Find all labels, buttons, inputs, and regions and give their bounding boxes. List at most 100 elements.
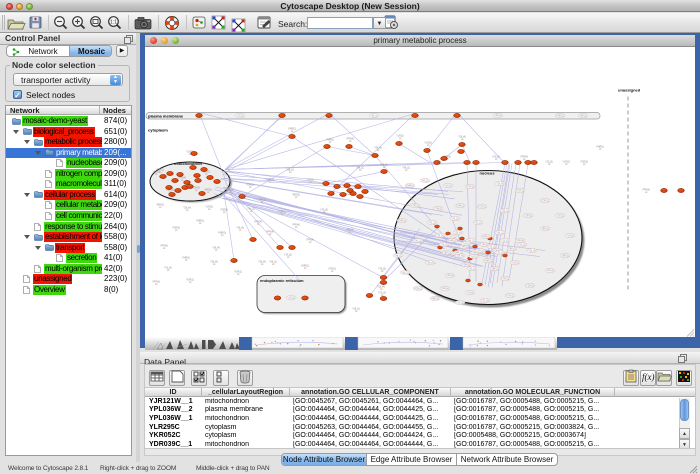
svg-text:YPR(4): YPR(4) (306, 238, 314, 241)
svg-text:nucleus: nucleus (479, 170, 495, 175)
svg-text:YKL(2): YKL(2) (428, 222, 435, 224)
svg-text:YNL(1): YNL(1) (394, 255, 402, 257)
svg-text:YDL(4): YDL(4) (454, 232, 462, 234)
svg-text:YLR(2): YLR(2) (236, 115, 244, 117)
svg-text:YGR(1): YGR(1) (478, 206, 486, 208)
svg-text:YMR(1): YMR(1) (266, 178, 274, 181)
svg-text:YBR(2): YBR(2) (443, 252, 451, 254)
svg-text:YDR(3): YDR(3) (526, 285, 534, 287)
svg-text:YBR(2): YBR(2) (579, 115, 587, 117)
svg-text:YPR(4): YPR(4) (266, 230, 274, 233)
svg-text:YGR(1): YGR(1) (466, 186, 474, 188)
svg-text:YGR(1): YGR(1) (186, 278, 194, 281)
svg-text:YKL(2): YKL(2) (451, 218, 458, 220)
svg-text:YKL(2): YKL(2) (401, 272, 408, 274)
svg-text:YPR(4): YPR(4) (546, 270, 554, 272)
svg-text:YDL(4): YDL(4) (458, 135, 466, 138)
svg-text:YNL(1): YNL(1) (356, 166, 364, 169)
svg-text:YDL(4): YDL(4) (183, 206, 191, 209)
svg-text:YBR(2): YBR(2) (491, 268, 499, 270)
svg-text:YBR(2): YBR(2) (472, 252, 480, 254)
svg-text:YMR(1): YMR(1) (556, 115, 564, 117)
svg-text:YMR(1): YMR(1) (454, 252, 462, 254)
svg-text:YOL(3): YOL(3) (378, 267, 386, 270)
svg-text:YLR(2): YLR(2) (566, 235, 574, 237)
svg-text:YOL(3): YOL(3) (320, 208, 328, 211)
svg-text:YDL(4): YDL(4) (426, 262, 434, 264)
svg-text:endoplasmic reticulum: endoplasmic reticulum (260, 278, 304, 283)
svg-text:cytoplasm: cytoplasm (148, 127, 168, 132)
svg-text:YLR(2): YLR(2) (396, 134, 404, 137)
svg-text:YLR(2): YLR(2) (306, 178, 314, 181)
svg-text:mitochondrion: mitochondrion (174, 161, 203, 166)
svg-text:YLR(2): YLR(2) (466, 292, 474, 294)
svg-text:YGR(1): YGR(1) (234, 270, 242, 273)
svg-text:YMR(1): YMR(1) (398, 220, 406, 222)
svg-text:YLR(2): YLR(2) (424, 141, 432, 144)
svg-text:YDR(3): YDR(3) (460, 246, 468, 248)
svg-text:YPR(4): YPR(4) (292, 223, 300, 226)
svg-text:YDL(4): YDL(4) (377, 285, 385, 288)
svg-text:YPR(4): YPR(4) (160, 244, 168, 247)
svg-text:YNL(1): YNL(1) (269, 260, 277, 263)
svg-text:YOL(3): YOL(3) (545, 160, 553, 163)
svg-text:YOL(3): YOL(3) (481, 300, 489, 302)
svg-text:YBR(2): YBR(2) (204, 188, 212, 191)
svg-text:YNL(1): YNL(1) (380, 163, 388, 166)
svg-text:YDL(4): YDL(4) (236, 226, 244, 229)
svg-text:YLR(2): YLR(2) (562, 160, 570, 163)
svg-text:YPR(4): YPR(4) (516, 240, 524, 242)
svg-text:YMR(1): YMR(1) (406, 185, 414, 187)
svg-text:YKL(2): YKL(2) (468, 268, 475, 270)
svg-text:YMR(1): YMR(1) (448, 240, 456, 242)
svg-text:YGR(1): YGR(1) (506, 295, 514, 297)
svg-text:YMR(1): YMR(1) (484, 260, 492, 262)
svg-text:YDL(4): YDL(4) (258, 260, 266, 263)
svg-text:YBR(2): YBR(2) (541, 228, 549, 230)
svg-text:YDL(4): YDL(4) (374, 146, 382, 149)
svg-text:YMR(1): YMR(1) (456, 205, 464, 207)
svg-text:YNL(1): YNL(1) (226, 188, 234, 191)
svg-text:YGR(1): YGR(1) (414, 288, 422, 290)
svg-text:YDR(3): YDR(3) (524, 215, 532, 217)
svg-text:YBR(2): YBR(2) (431, 298, 439, 300)
svg-text:YNL(1): YNL(1) (496, 232, 504, 234)
svg-text:YDR(3): YDR(3) (172, 226, 180, 229)
svg-text:YBR(2): YBR(2) (346, 228, 354, 231)
svg-text:YGR(1): YGR(1) (516, 190, 524, 192)
svg-text:YOL(3): YOL(3) (284, 253, 292, 256)
svg-text:YNL(1): YNL(1) (501, 210, 509, 212)
svg-text:YOL(3): YOL(3) (378, 291, 386, 294)
svg-text:YGR(1): YGR(1) (246, 183, 254, 186)
svg-text:YPR(4): YPR(4) (642, 188, 650, 191)
svg-text:unassigned: unassigned (618, 87, 641, 92)
svg-text:YPR(4): YPR(4) (152, 280, 160, 283)
svg-text:YDL(4): YDL(4) (212, 246, 220, 249)
svg-text:YLR(2): YLR(2) (476, 250, 484, 252)
svg-text:YOL(3): YOL(3) (488, 246, 496, 248)
svg-text:YMR(1): YMR(1) (196, 219, 204, 222)
svg-text:YDR(3): YDR(3) (434, 208, 442, 210)
svg-text:YLR(2): YLR(2) (556, 215, 564, 217)
svg-text:YGR(1): YGR(1) (501, 278, 509, 280)
svg-text:YDR(3): YDR(3) (462, 264, 470, 266)
svg-text:YDR(3): YDR(3) (220, 208, 228, 211)
svg-text:YPR(4): YPR(4) (446, 275, 454, 277)
svg-text:YPR(4): YPR(4) (520, 155, 528, 158)
svg-text:YOL(3): YOL(3) (164, 266, 172, 269)
svg-text:YLR(2): YLR(2) (470, 256, 478, 258)
svg-text:YDR(3): YDR(3) (580, 160, 588, 163)
svg-text:YMR(1): YMR(1) (288, 127, 296, 130)
svg-text:f(x): f(x) (642, 372, 655, 382)
svg-text:YOL(3): YOL(3) (518, 244, 526, 246)
svg-text:YDR(3): YDR(3) (411, 205, 419, 207)
svg-text:YKL(2): YKL(2) (414, 240, 421, 242)
svg-text:YPR(4): YPR(4) (494, 115, 502, 117)
svg-text:YBR(2): YBR(2) (292, 193, 300, 196)
svg-text:YDL(4): YDL(4) (528, 250, 536, 252)
svg-text:YNL(1): YNL(1) (352, 307, 360, 310)
svg-text:YBR(2): YBR(2) (508, 248, 516, 250)
svg-text:YGR(1): YGR(1) (278, 210, 286, 213)
svg-text:YLR(2): YLR(2) (462, 243, 470, 245)
svg-text:YGR(1): YGR(1) (328, 267, 336, 270)
